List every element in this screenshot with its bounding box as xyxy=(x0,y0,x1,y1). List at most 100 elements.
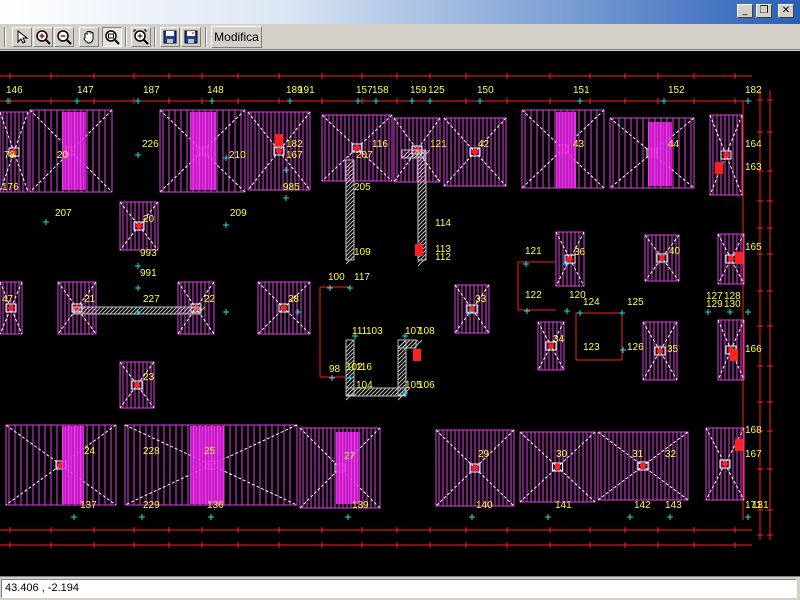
beam-hatch xyxy=(345,191,355,201)
wall-panel xyxy=(597,431,689,501)
beam-hatch xyxy=(417,257,427,267)
element-label: 143 xyxy=(665,500,682,511)
element-label: 42 xyxy=(478,139,490,150)
filled-strip xyxy=(62,426,84,504)
beam-hatch xyxy=(345,207,355,217)
modifica-button[interactable]: Modifica xyxy=(211,26,262,48)
wall-panel xyxy=(119,201,159,251)
cad-drawing: 146 147 187 148 189191 157 158 159 125 150 151 152 1… xyxy=(0,73,773,548)
save-as-button[interactable] xyxy=(181,27,201,47)
element-label: 229 xyxy=(143,500,160,511)
element-label: 124 xyxy=(583,297,600,308)
wall-panel xyxy=(257,281,311,335)
beam-hatch xyxy=(101,306,110,315)
zoom-window-button[interactable] xyxy=(102,27,122,47)
element-label: 210 xyxy=(229,150,246,161)
element-label: 32 xyxy=(665,449,677,460)
beam-hatch xyxy=(405,339,415,349)
node-marker xyxy=(563,261,569,267)
cad-viewer-window: _ ❐ ✕ Modifica 146 147 187 148 189 191 1… xyxy=(0,0,800,600)
drawing-canvas[interactable]: 146 147 187 148 189 191 157 158 159 125 150 151 152 1… xyxy=(0,51,800,576)
node-marker xyxy=(295,309,301,315)
beam-hatch xyxy=(169,306,178,315)
beam-hatch xyxy=(93,306,102,315)
element-label: 209 xyxy=(230,208,247,219)
wall-panel xyxy=(0,281,23,335)
zoom-out-button[interactable] xyxy=(54,27,74,47)
beam-hatch xyxy=(97,306,106,315)
beam-hatch xyxy=(389,387,399,397)
element-label: 121 xyxy=(525,246,542,257)
filled-strip xyxy=(336,432,360,504)
element-label: 182 xyxy=(286,139,303,150)
save-icon xyxy=(163,30,177,44)
beam-hatch xyxy=(417,221,427,231)
element-label: 25 xyxy=(204,446,216,457)
element-label: 205 xyxy=(354,182,371,193)
element-label: 109 xyxy=(354,247,371,258)
zoom-in-button[interactable] xyxy=(33,27,53,47)
panel-centre-mark xyxy=(723,152,729,158)
node-marker xyxy=(208,514,214,520)
beam-hatch xyxy=(345,211,355,221)
beam-hatch xyxy=(397,367,407,377)
node-marker xyxy=(74,98,80,104)
beam-hatch xyxy=(161,306,170,315)
beam-hatch xyxy=(397,371,407,381)
zoom-extents-button[interactable] xyxy=(131,27,151,47)
beam-hatch xyxy=(345,215,355,225)
beam-hatch xyxy=(345,351,355,361)
beam-hatch xyxy=(417,181,427,191)
element-label: 163 xyxy=(745,162,762,173)
element-label: 104 xyxy=(356,380,373,391)
element-label: 136 xyxy=(207,500,224,511)
wall-panel xyxy=(5,424,117,506)
beam-hatch xyxy=(149,306,158,315)
close-button[interactable]: ✕ xyxy=(778,4,794,18)
beam-hatch xyxy=(105,306,114,315)
element-label: 158 xyxy=(372,85,389,96)
node-marker xyxy=(745,309,751,315)
toolbar-separator xyxy=(125,27,127,47)
zoom-out-icon xyxy=(57,30,72,45)
beam-hatch xyxy=(373,387,383,397)
element-label: 164 xyxy=(745,139,762,150)
element-label: 146 xyxy=(6,85,23,96)
beam-hatch xyxy=(165,306,174,315)
node-marker xyxy=(223,222,229,228)
minimize-button[interactable]: _ xyxy=(737,4,753,18)
panel-centre-mark xyxy=(276,148,282,154)
element-label: 21 xyxy=(84,294,96,305)
status-bar: 43.406 , -2.194 xyxy=(0,576,800,600)
beam-hatch xyxy=(381,387,391,397)
select-tool-button[interactable] xyxy=(12,27,32,47)
element-label: 116 xyxy=(356,362,372,373)
beam-hatch xyxy=(345,339,355,349)
element-label: 159 xyxy=(410,85,427,96)
select-arrow-icon xyxy=(17,29,29,44)
beam-hatch xyxy=(345,379,355,389)
element-label: 28 xyxy=(288,294,300,305)
beam-hatch xyxy=(417,185,427,195)
element-label: 116 xyxy=(372,139,388,150)
title-bar[interactable]: _ ❐ ✕ xyxy=(0,0,800,24)
element-label: 168 xyxy=(745,425,762,436)
beam-hatch xyxy=(145,306,154,315)
beam-hatch xyxy=(397,351,407,361)
node-marker xyxy=(745,98,751,104)
element-label: 152 xyxy=(668,85,685,96)
element-label: 142 xyxy=(634,500,651,511)
beam-hatch xyxy=(345,199,355,209)
beam-hatch xyxy=(345,203,355,213)
node-marker xyxy=(287,98,293,104)
element-label: 108 xyxy=(418,326,435,337)
pan-button[interactable] xyxy=(79,27,99,47)
beam-hatch xyxy=(121,306,130,315)
element-label: 23 xyxy=(143,372,155,383)
panel-centre-mark xyxy=(728,256,734,262)
restore-button[interactable]: ❐ xyxy=(756,4,772,18)
panel-centre-mark xyxy=(640,463,646,469)
beam-hatch xyxy=(397,355,407,365)
zoom-window-icon xyxy=(105,30,120,45)
save-button[interactable] xyxy=(160,27,180,47)
